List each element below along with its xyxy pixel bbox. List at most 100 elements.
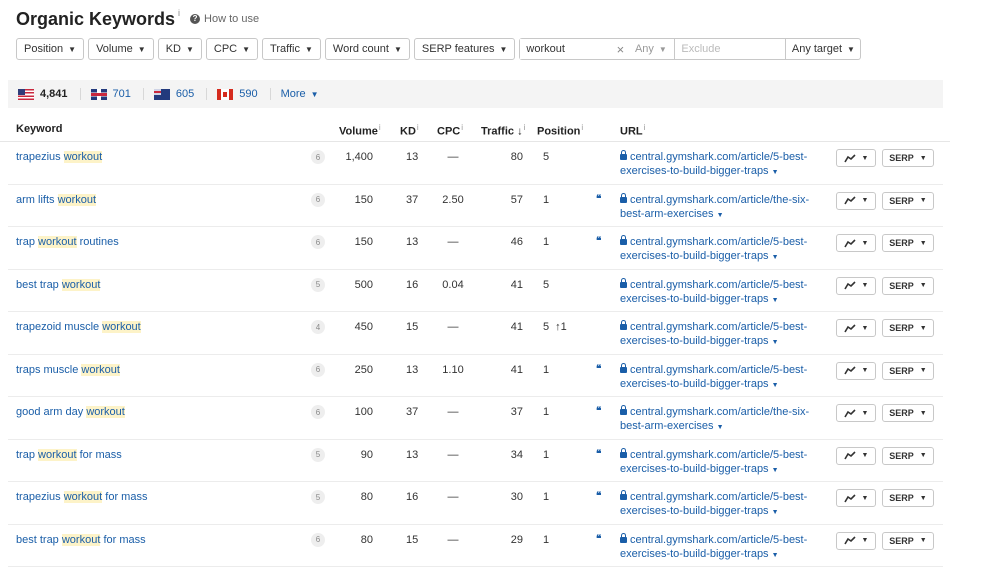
target-select[interactable]: Any target ▼ xyxy=(785,39,860,59)
serp-features-filter[interactable]: SERP features ▼ xyxy=(413,38,516,60)
cpc-value: 2.50 xyxy=(442,193,464,206)
trend-chart-button[interactable]: ▼ xyxy=(836,489,876,507)
serp-button[interactable]: SERP ▼ xyxy=(882,446,934,465)
chevron-down-icon: ▼ xyxy=(771,296,779,304)
cpc-filter[interactable]: CPC ▼ xyxy=(205,38,259,60)
serp-features-count[interactable]: 4 xyxy=(311,320,325,334)
serp-features-count[interactable]: 6 xyxy=(311,532,325,547)
position-filter[interactable]: Position ▼ xyxy=(16,38,85,60)
serp-button[interactable]: SERP ▼ xyxy=(882,531,934,550)
exclude-input[interactable] xyxy=(675,39,786,59)
serp-button[interactable]: SERP ▼ xyxy=(882,489,934,507)
table-row: trap workout routines 6 150 13 — 46 1 ❝ … xyxy=(8,227,943,270)
keyword-highlight: workout xyxy=(63,151,103,163)
ca-flag-icon xyxy=(217,88,234,100)
country-uk[interactable]: 701 xyxy=(90,88,144,100)
keyword-link[interactable]: best trap workout for mass xyxy=(16,533,146,546)
url-link[interactable]: central.gymshark.com/article/5-best-exer… xyxy=(620,150,820,180)
serp-button[interactable]: SERP ▼ xyxy=(882,149,934,167)
url-link[interactable]: central.gymshark.com/article/5-best-exer… xyxy=(620,235,820,265)
trend-line-icon xyxy=(843,238,856,247)
word-count-filter[interactable]: Word count ▼ xyxy=(324,38,410,60)
trend-chart-button[interactable]: ▼ xyxy=(836,191,876,210)
keyword-link[interactable]: best trap workout xyxy=(16,278,101,291)
url-link[interactable]: central.gymshark.com/article/the-six-bes… xyxy=(620,192,820,223)
url-link[interactable]: central.gymshark.com/article/5-best-exer… xyxy=(620,490,820,520)
traffic-value: 57 xyxy=(510,193,523,206)
trend-line-icon xyxy=(843,408,856,417)
trend-line-icon xyxy=(843,153,856,162)
serp-features-count[interactable]: 6 xyxy=(311,235,325,249)
serp-features-count[interactable]: 6 xyxy=(311,192,325,207)
trend-chart-button[interactable]: ▼ xyxy=(836,361,876,380)
keyword-link[interactable]: traps muscle workout xyxy=(16,363,120,376)
how-to-use-link[interactable]: ? How to use xyxy=(190,13,259,25)
kd-filter[interactable]: KD ▼ xyxy=(157,38,202,60)
trend-chart-button[interactable]: ▼ xyxy=(836,319,876,337)
keyword-link[interactable]: good arm day workout xyxy=(16,406,125,418)
serp-button[interactable]: SERP ▼ xyxy=(882,404,934,422)
chevron-down-icon: ▼ xyxy=(919,239,927,247)
match-mode-select[interactable]: Any ▼ xyxy=(627,39,676,59)
url-link[interactable]: central.gymshark.com/article/5-best-exer… xyxy=(620,447,820,478)
keyword-link[interactable]: trap workout for mass xyxy=(16,448,122,461)
search-input[interactable] xyxy=(520,39,614,59)
volume-filter[interactable]: Volume ▼ xyxy=(88,38,154,60)
position-value: 1 xyxy=(543,193,550,206)
url-link[interactable]: central.gymshark.com/article/5-best-exer… xyxy=(620,277,820,308)
lock-icon xyxy=(620,405,627,415)
position-value: 5 ↑1 xyxy=(543,321,567,333)
keyword-link[interactable]: arm lifts workout xyxy=(16,193,97,206)
url-link[interactable]: central.gymshark.com/article/5-best-exer… xyxy=(620,320,820,350)
serp-button[interactable]: SERP ▼ xyxy=(882,276,934,295)
serp-features-count[interactable]: 5 xyxy=(311,277,325,292)
serp-button[interactable]: SERP ▼ xyxy=(882,319,934,337)
trend-chart-button[interactable]: ▼ xyxy=(836,446,876,465)
trend-chart-button[interactable]: ▼ xyxy=(836,234,876,252)
title-info-icon[interactable]: i xyxy=(178,8,180,18)
traffic-value: 41 xyxy=(510,363,523,376)
keyword-link[interactable]: trapezius workout xyxy=(16,151,103,163)
serp-button[interactable]: SERP ▼ xyxy=(882,234,934,252)
country-au[interactable]: 605 xyxy=(153,88,208,100)
keyword-link[interactable]: trapezius workout for mass xyxy=(16,491,147,503)
serp-button[interactable]: SERP ▼ xyxy=(882,361,934,380)
trend-chart-button[interactable]: ▼ xyxy=(836,149,876,167)
url-column-header[interactable]: URLi xyxy=(620,123,645,138)
serp-features-count[interactable]: 6 xyxy=(311,362,325,377)
trend-line-icon xyxy=(843,493,856,502)
keyword-table-body: trapezius workout 6 1,400 13 — 80 5 cent… xyxy=(0,142,950,567)
serp-features-count[interactable]: 5 xyxy=(311,490,325,504)
trend-chart-button[interactable]: ▼ xyxy=(836,404,876,422)
traffic-column-header[interactable]: Traffic ↓i xyxy=(481,123,525,138)
volume-column-header[interactable]: Volumei xyxy=(339,123,381,138)
chevron-down-icon: ▼ xyxy=(393,44,402,54)
keyword-link[interactable]: trapezoid muscle workout xyxy=(16,321,141,333)
keyword-link[interactable]: trap workout routines xyxy=(16,236,119,248)
position-column-header[interactable]: Positioni xyxy=(537,123,583,138)
kd-value: 15 xyxy=(406,321,419,333)
chevron-down-icon: ▼ xyxy=(771,509,779,516)
close-icon[interactable]: × xyxy=(613,39,627,59)
kd-value: 13 xyxy=(406,151,419,163)
url-link[interactable]: central.gymshark.com/article/5-best-exer… xyxy=(620,362,820,393)
country-us[interactable]: 4,841 xyxy=(18,88,81,100)
url-link[interactable]: central.gymshark.com/article/the-six-bes… xyxy=(620,405,820,435)
country-ca[interactable]: 590 xyxy=(217,88,271,100)
kd-column-header[interactable]: KDi xyxy=(400,123,419,138)
serp-features-count[interactable]: 5 xyxy=(311,447,325,462)
serp-features-count[interactable]: 6 xyxy=(311,405,325,419)
keyword-column-header[interactable]: Keyword xyxy=(16,123,62,135)
trend-chart-button[interactable]: ▼ xyxy=(836,531,876,550)
keyword-highlight: workout xyxy=(81,363,120,376)
chevron-down-icon: ▼ xyxy=(861,367,869,374)
url-link[interactable]: central.gymshark.com/article/5-best-exer… xyxy=(620,532,820,563)
serp-features-count[interactable]: 6 xyxy=(311,150,325,164)
lock-icon xyxy=(620,277,627,288)
more-countries-button[interactable]: More ▼ xyxy=(281,88,319,100)
chevron-down-icon: ▼ xyxy=(185,44,194,54)
trend-chart-button[interactable]: ▼ xyxy=(836,276,876,295)
cpc-column-header[interactable]: CPCi xyxy=(437,123,463,138)
traffic-filter[interactable]: Traffic ▼ xyxy=(262,38,321,60)
serp-button[interactable]: SERP ▼ xyxy=(882,191,934,210)
